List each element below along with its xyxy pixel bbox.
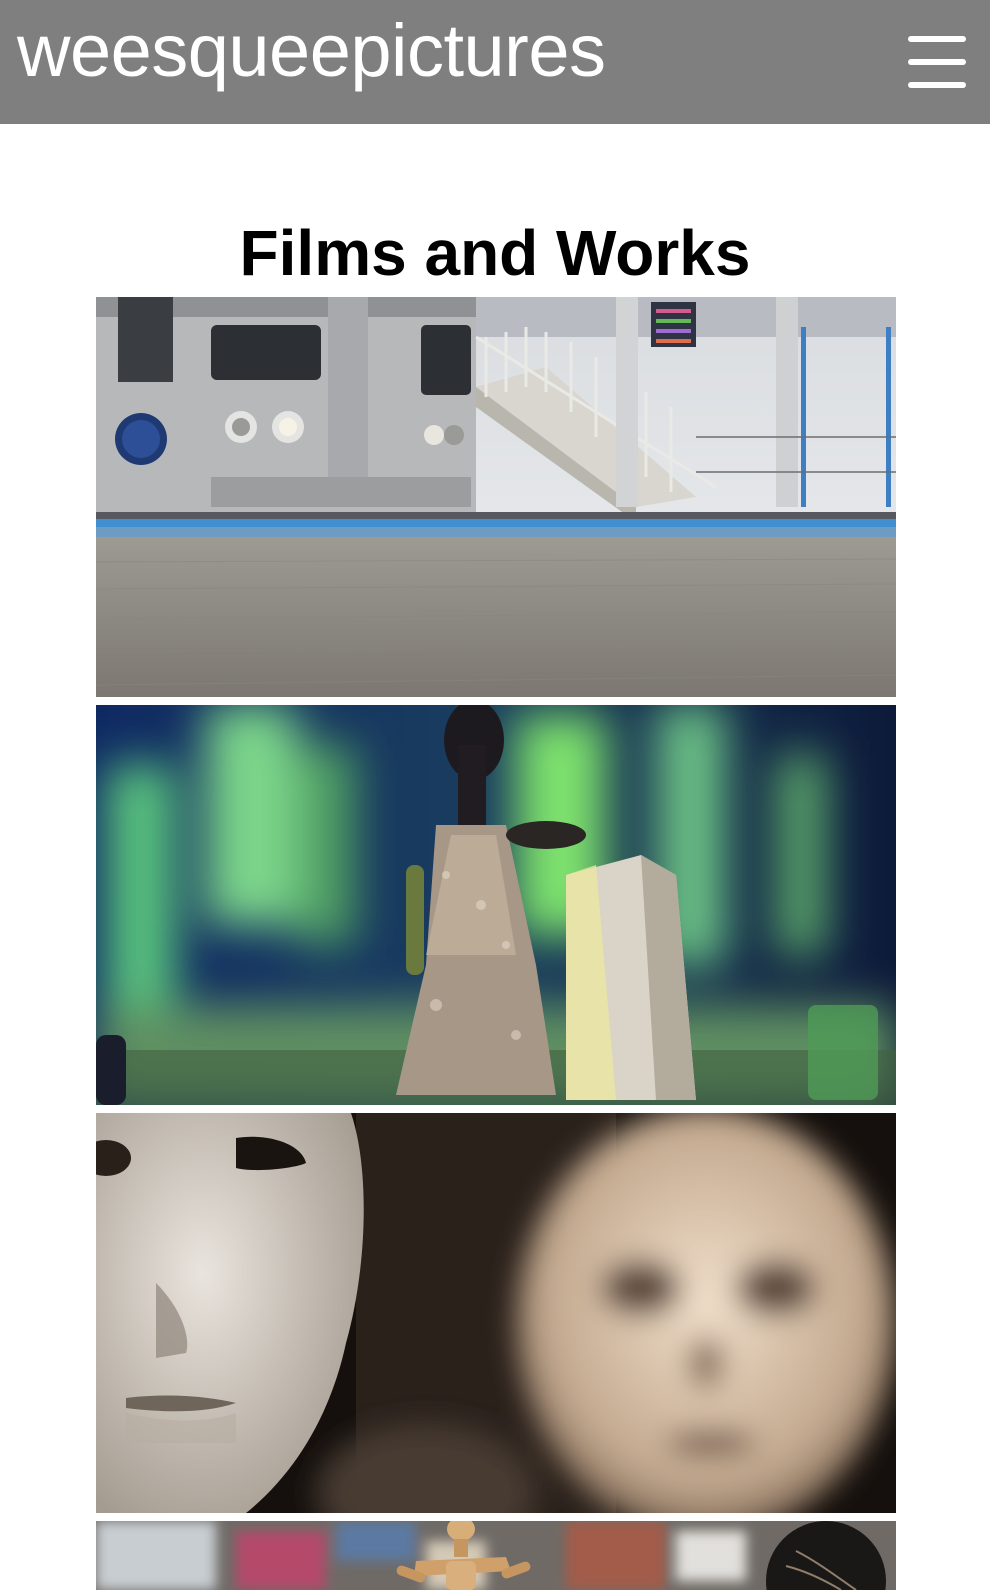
site-header: weesqueepictures <box>0 0 990 124</box>
gallery-item-puppet-graveyard[interactable] <box>96 705 896 1105</box>
puppet-graveyard-thumbnail <box>96 705 896 1105</box>
gallery-item-masks[interactable] <box>96 1113 896 1513</box>
hamburger-menu-icon[interactable] <box>906 34 968 90</box>
masks-thumbnail <box>96 1113 896 1513</box>
menu-bar-middle <box>908 59 966 65</box>
page-title: Films and Works <box>239 216 751 289</box>
wooden-mannequin-thumbnail <box>96 1521 896 1590</box>
train-platform-thumbnail <box>96 297 896 697</box>
menu-bar-top <box>908 36 966 42</box>
site-title[interactable]: weesqueepictures <box>17 14 606 88</box>
gallery-item-wooden-mannequin[interactable] <box>96 1521 896 1590</box>
gallery-item-train-platform[interactable] <box>96 297 896 697</box>
menu-bar-bottom <box>908 82 966 88</box>
